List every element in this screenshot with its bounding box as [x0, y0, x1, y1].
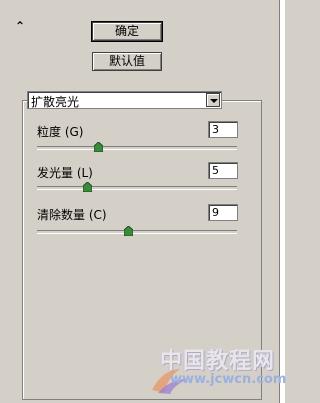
glow-amount-slider-thumb[interactable]: [83, 182, 92, 192]
dropdown-arrow-icon[interactable]: [206, 93, 220, 107]
grain-slider-thumb[interactable]: [94, 142, 103, 152]
grain-input[interactable]: 3: [208, 121, 238, 138]
default-button[interactable]: 默认值: [92, 52, 162, 71]
clear-amount-slider-track[interactable]: [37, 230, 237, 234]
watermark-url: www.jcwcn.com: [170, 372, 287, 387]
clear-amount-label: 清除数量 (C): [37, 208, 107, 222]
watermark: 中国教程网 www.jcwcn.com: [150, 343, 286, 398]
grain-slider-track[interactable]: [37, 146, 237, 150]
watermark-title: 中国教程网: [160, 348, 276, 374]
window-right-border: [279, 0, 285, 403]
glow-amount-input[interactable]: 5: [208, 162, 238, 179]
ok-button[interactable]: 确定: [91, 21, 163, 42]
filter-select-value: 扩散亮光: [31, 95, 80, 109]
clear-amount-slider-thumb[interactable]: [124, 226, 133, 236]
collapse-icon[interactable]: ⌃: [15, 20, 25, 32]
glow-amount-label: 发光量 (L): [37, 166, 93, 180]
glow-amount-slider-track[interactable]: [37, 186, 237, 190]
clear-amount-input[interactable]: 9: [208, 204, 238, 221]
filter-select[interactable]: 扩散亮光: [27, 91, 222, 109]
grain-label: 粒度 (G): [37, 125, 84, 139]
